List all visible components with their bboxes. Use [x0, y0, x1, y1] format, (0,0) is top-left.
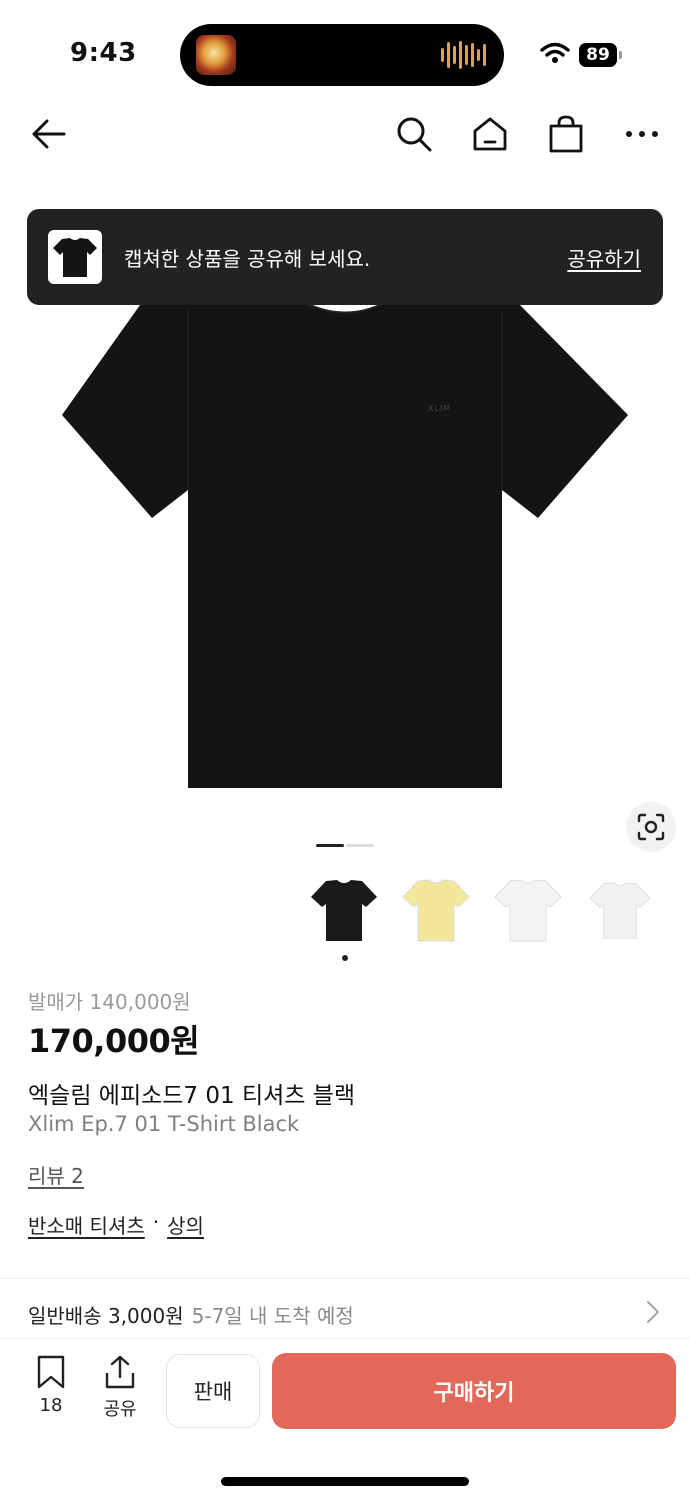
product-name-ko: 엑슬림 에피소드7 01 티셔츠 블랙 [28, 1083, 356, 1109]
bookmark-button[interactable]: 18 [26, 1355, 76, 1416]
color-option-list [306, 872, 658, 948]
original-price: 발매가 140,000원 [28, 990, 191, 1014]
category-breadcrumb: 반소매 티셔츠 · 상의 [28, 1210, 204, 1239]
product-name-en: Xlim Ep.7 01 T-Shirt Black [28, 1112, 300, 1136]
category-link-tops[interactable]: 상의 [167, 1210, 204, 1239]
toast-thumbnail [48, 230, 102, 284]
image-search-button[interactable] [626, 802, 676, 852]
image-pager [316, 844, 374, 847]
sell-button[interactable]: 판매 [166, 1354, 260, 1428]
toast-share-link[interactable]: 공유하기 [567, 243, 641, 272]
back-button[interactable] [28, 114, 68, 154]
share-button[interactable]: 공유 [95, 1355, 145, 1421]
chevron-right-icon [646, 1300, 660, 1324]
current-price: 170,000원 [28, 1022, 200, 1060]
tshirt-icon [402, 879, 470, 942]
tshirt-icon [589, 882, 651, 939]
color-option-white[interactable] [490, 872, 566, 948]
bookmark-icon [37, 1355, 65, 1389]
color-option-ivory[interactable] [582, 872, 658, 948]
section-divider [0, 1278, 690, 1279]
shipping-eta: 5-7일 내 도착 예정 [191, 1304, 354, 1328]
color-option-yellow[interactable] [398, 872, 474, 948]
bookmark-count: 18 [39, 1395, 63, 1416]
color-option-black[interactable] [306, 872, 382, 948]
search-button[interactable] [394, 114, 434, 154]
tshirt-icon [53, 238, 97, 277]
pager-indicator-2 [346, 844, 374, 847]
shipping-fee: 일반배송 3,000원 [28, 1304, 184, 1328]
battery-tip [619, 51, 622, 59]
more-button[interactable] [622, 114, 662, 154]
audio-wave-icon [441, 40, 486, 70]
top-nav [0, 100, 690, 170]
category-link-short-sleeve[interactable]: 반소매 티셔츠 [28, 1210, 145, 1239]
home-button[interactable] [470, 114, 510, 154]
home-indicator[interactable] [221, 1477, 469, 1486]
battery-indicator: 89 [579, 43, 617, 67]
now-playing-artwork [196, 35, 236, 75]
toast-message: 캡쳐한 상품을 공유해 보세요. [124, 247, 371, 271]
status-time: 9:43 [70, 38, 137, 68]
shopping-bag-icon [549, 115, 583, 153]
home-icon [473, 117, 507, 151]
tshirt-icon [311, 880, 377, 941]
buy-button[interactable]: 구매하기 [272, 1353, 676, 1429]
share-label: 공유 [103, 1399, 137, 1420]
pager-indicator-1 [316, 844, 344, 847]
arrow-left-icon [32, 119, 66, 149]
shipping-row[interactable]: 일반배송 3,000원 5-7일 내 도착 예정 [28, 1300, 354, 1329]
share-toast: 캡쳐한 상품을 공유해 보세요. 공유하기 [27, 209, 663, 305]
share-icon [105, 1355, 135, 1389]
lens-scan-icon [637, 813, 665, 841]
bottom-action-bar: 18 공유 판매 구매하기 [0, 1338, 690, 1500]
wifi-icon [540, 42, 570, 63]
review-link[interactable]: 리뷰 2 [28, 1160, 84, 1189]
search-icon [397, 117, 432, 152]
shirt-brand-mark: XLIM [428, 404, 452, 413]
more-dots-icon [626, 131, 658, 137]
cart-button[interactable] [546, 114, 586, 154]
dynamic-island[interactable] [180, 24, 504, 86]
tshirt-icon [494, 879, 562, 942]
status-bar: 9:43 89 [0, 0, 690, 100]
category-separator: · [152, 1210, 160, 1234]
selected-color-indicator [342, 955, 348, 961]
